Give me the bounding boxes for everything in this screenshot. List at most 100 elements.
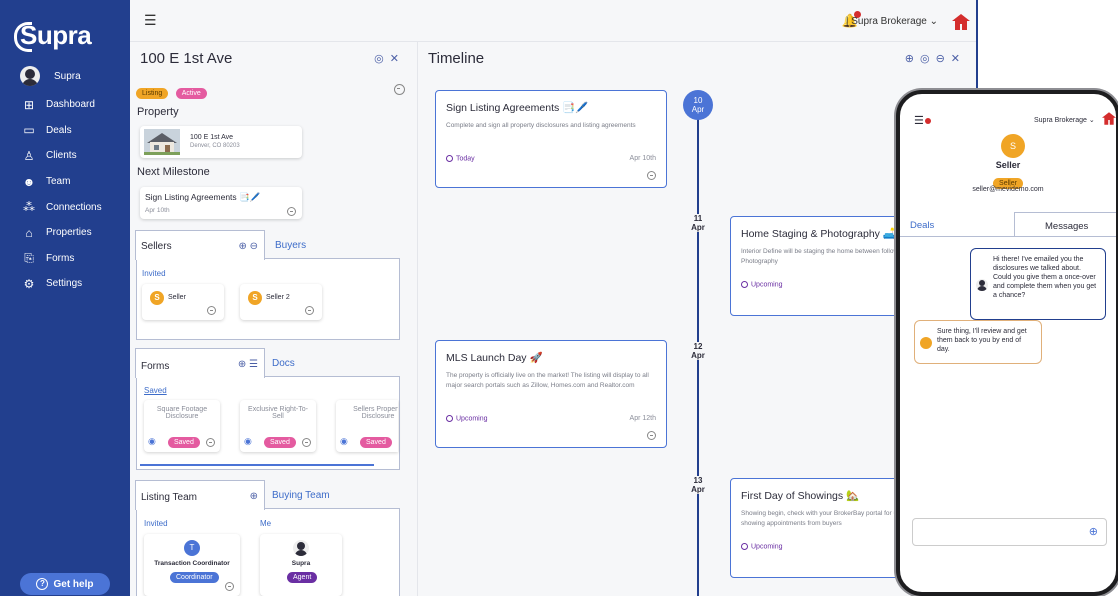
tab-buyers[interactable]: Buyers: [275, 240, 306, 251]
form-remove-icon[interactable]: [206, 438, 215, 447]
collapse-icon[interactable]: [287, 207, 296, 216]
invited-label: Invited: [142, 269, 166, 278]
sidebar-item-deals[interactable]: ▭ Deals: [22, 118, 102, 144]
add-seller-icon[interactable]: ⊕ ⊖: [238, 241, 258, 252]
phone-brokerage[interactable]: Supra Brokerage ⌄: [1034, 116, 1095, 124]
sidebar-item-team[interactable]: ☻ Team: [22, 169, 102, 195]
menu-icon[interactable]: ☰: [144, 12, 157, 29]
user-profile[interactable]: Supra: [20, 66, 81, 86]
properties-icon: ⌂: [25, 225, 33, 240]
sidebar-item-label: Clients: [46, 150, 77, 162]
sidebar-item-label: Dashboard: [46, 99, 95, 111]
remove-seller-2-icon[interactable]: [305, 306, 314, 315]
timeline-card[interactable]: Sign Listing Agreements 📑🖊️ Complete and…: [435, 90, 667, 188]
property-label: Property: [137, 106, 179, 118]
add-team-member-icon[interactable]: ⊕: [250, 491, 258, 502]
settings-circle-icon[interactable]: ◎: [920, 53, 936, 65]
avatar: [20, 66, 40, 86]
next-milestone-card[interactable]: Sign Listing Agreements 📑🖊️ Apr 10th: [140, 187, 302, 219]
card-description: The property is officially live on the m…: [446, 372, 649, 389]
deals-icon: ▭: [23, 123, 35, 138]
tab-messages[interactable]: Messages: [1014, 212, 1116, 236]
tab-forms[interactable]: Forms ⊕ ☰: [135, 348, 265, 378]
message-input[interactable]: ⊕: [912, 518, 1107, 546]
team-icon: ☻: [22, 174, 36, 189]
sidebar-item-clients[interactable]: ♙ Clients: [22, 143, 102, 169]
home-logo-icon[interactable]: [952, 14, 970, 30]
sidebar-item-dashboard[interactable]: ⊞ Dashboard: [22, 92, 102, 118]
milestone-title: Sign Listing Agreements 📑🖊️: [145, 192, 261, 202]
help-icon: ?: [36, 578, 49, 590]
saved-badge: Saved: [168, 437, 200, 448]
date-month: Apr: [691, 223, 705, 232]
date-month: Apr: [691, 351, 705, 360]
supra-logo[interactable]: Supra: [14, 20, 92, 53]
saved-label[interactable]: Saved: [144, 386, 167, 395]
tab-buying-team[interactable]: Buying Team: [272, 490, 330, 501]
status-icon: [741, 543, 748, 550]
timeline-card[interactable]: MLS Launch Day 🚀 The property is officia…: [435, 340, 667, 448]
tab-docs[interactable]: Docs: [272, 358, 295, 369]
member-role-badge: Coordinator: [170, 572, 219, 583]
get-help-button[interactable]: ? Get help: [20, 573, 110, 595]
listing-badge: Listing: [136, 88, 169, 99]
form-card[interactable]: Sellers Property Disclosure ◉ Saved: [336, 400, 398, 452]
close-icon[interactable]: ✕: [390, 53, 405, 65]
form-card[interactable]: Exclusive Right-To-Sell ◉ Saved: [240, 400, 316, 452]
form-card[interactable]: Square Footage Disclosure ◉ Saved: [144, 400, 220, 452]
status-icon: [446, 415, 453, 422]
remove-member-icon[interactable]: [225, 582, 234, 591]
forms-tab-label: Forms: [141, 361, 170, 372]
card-status: Upcoming: [741, 281, 783, 288]
team-member-card[interactable]: T Transaction Coordinator Coordinator: [144, 534, 240, 596]
collapse-icon[interactable]: [647, 431, 656, 440]
deal-panel: 100 E 1st Ave ◎✕ Listing Active Property…: [130, 42, 418, 596]
seller-card[interactable]: S Seller: [142, 284, 224, 320]
member-name: Supra: [291, 560, 311, 567]
date-day: 13: [693, 476, 703, 485]
settings-circle-icon[interactable]: ◎: [374, 53, 390, 65]
collapse-icon[interactable]: ⊖: [936, 53, 951, 65]
brokerage-selector[interactable]: | Supra Brokerage ⌄: [846, 16, 938, 27]
timeline-panel: Timeline ⊕◎⊖✕ 10 Apr 11 Apr 12 Apr 13 Apr Si…: [418, 42, 978, 596]
phone-mockup: ☰ Supra Brokerage ⌄ S Seller Seller sell…: [896, 90, 1118, 596]
forms-icon: ⎘: [24, 250, 34, 265]
close-icon[interactable]: ✕: [951, 53, 966, 65]
card-date: Apr 10th: [629, 155, 656, 162]
card-status: Today: [446, 155, 475, 162]
date-day: 10: [693, 96, 703, 105]
sidebar-item-properties[interactable]: ⌂ Properties: [22, 220, 102, 246]
team-member-card[interactable]: Supra Agent: [260, 534, 342, 596]
more-options-icon[interactable]: [394, 82, 405, 100]
sidebar-item-settings[interactable]: ⚙ Settings: [22, 271, 102, 297]
team-me-label: Me: [260, 519, 272, 528]
tab-listing-team[interactable]: Listing Team ⊕: [135, 480, 265, 510]
milestone-date: Apr 10th: [145, 207, 170, 214]
seller-2-card[interactable]: S Seller 2: [240, 284, 322, 320]
sidebar-item-forms[interactable]: ⎘ Forms: [22, 246, 102, 272]
contact-avatar: S: [1001, 134, 1025, 158]
date-month: Apr: [691, 105, 705, 114]
send-icon[interactable]: ⊕: [1089, 525, 1098, 538]
add-icon[interactable]: ⊕: [905, 53, 920, 65]
seller-2-name: Seller 2: [266, 294, 290, 301]
forms-scrollbar[interactable]: [140, 464, 374, 466]
form-remove-icon[interactable]: [302, 438, 311, 447]
phone-brokerage-name: Supra Brokerage: [1034, 117, 1087, 124]
member-name: Transaction Coordinator: [154, 560, 230, 567]
tab-deals[interactable]: Deals: [910, 212, 934, 236]
property-card[interactable]: 100 E 1st Ave Denver, CO 80203: [140, 126, 302, 158]
home-logo-icon[interactable]: [1102, 112, 1116, 125]
radio-icon[interactable]: ◉: [340, 436, 348, 447]
active-badge: Active: [175, 88, 207, 99]
collapse-icon[interactable]: [647, 171, 656, 180]
add-form-icon[interactable]: ⊕ ☰: [238, 359, 258, 370]
card-description: Complete and sign all property disclosur…: [446, 122, 636, 129]
incoming-message: Hi there! I've emailed you the disclosur…: [970, 248, 1106, 320]
sidebar-item-connections[interactable]: ⁂ Connections: [22, 194, 102, 220]
radio-icon[interactable]: ◉: [148, 436, 156, 447]
remove-seller-icon[interactable]: [207, 306, 216, 315]
radio-icon[interactable]: ◉: [244, 436, 252, 447]
tab-sellers[interactable]: Sellers ⊕ ⊖: [135, 230, 265, 260]
phone-menu-icon[interactable]: ☰: [914, 114, 931, 127]
